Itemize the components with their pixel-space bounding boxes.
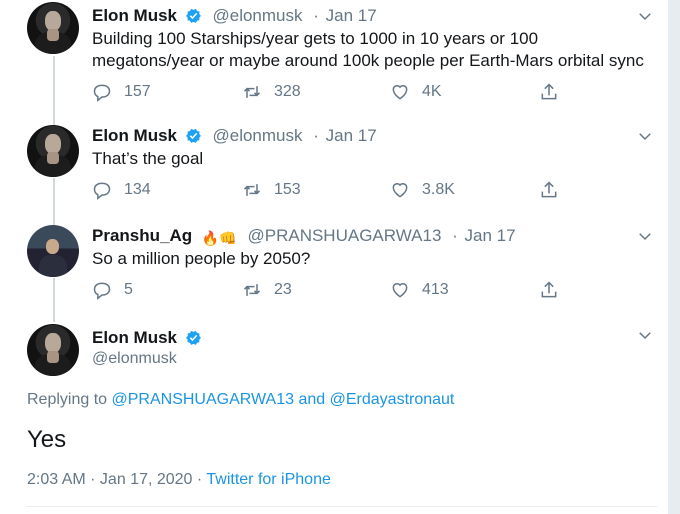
reply-count: 157 <box>124 83 151 100</box>
share-icon <box>541 181 557 198</box>
reply-button[interactable]: 5 <box>92 280 133 300</box>
share-button[interactable] <box>539 280 559 300</box>
date-separator: · <box>313 126 319 145</box>
heart-icon <box>392 283 408 298</box>
reply-count: 5 <box>124 281 133 298</box>
user-handle[interactable]: @elonmusk <box>92 350 177 368</box>
chevron-down-icon[interactable] <box>636 227 654 245</box>
tweet-text: That’s the goal <box>92 149 204 168</box>
chevron-down-icon[interactable] <box>636 326 654 344</box>
like-button[interactable]: 413 <box>390 280 449 300</box>
avatar[interactable] <box>27 225 79 277</box>
retweet-count: 328 <box>274 83 301 100</box>
user-handle[interactable]: @elonmusk <box>212 6 302 25</box>
tweet-timestamp[interactable]: 2:03 AM · Jan 17, 2020 · <box>27 471 202 488</box>
tweet-item[interactable]: Elon Musk @elonmusk · Jan 17 Building 10… <box>0 0 668 120</box>
chevron-down-icon[interactable] <box>636 127 654 145</box>
heart-icon <box>392 183 408 198</box>
retweet-button[interactable]: 153 <box>242 180 301 200</box>
replying-to: Replying to @PRANSHUAGARWA13 and @Erdaya… <box>27 391 454 409</box>
divider <box>27 506 657 507</box>
retweet-button[interactable]: 328 <box>242 82 301 102</box>
share-button[interactable] <box>539 180 559 200</box>
reply-button[interactable]: 134 <box>92 180 151 200</box>
avatar[interactable] <box>27 324 79 376</box>
date-separator: · <box>452 226 458 245</box>
verified-badge-icon <box>185 128 201 143</box>
tweet-text: Building 100 Starships/year gets to 1000… <box>92 29 644 70</box>
replying-label: Replying to <box>27 391 108 408</box>
retweet-icon <box>243 184 261 196</box>
replying-and[interactable]: and <box>298 391 325 408</box>
share-icon <box>541 83 557 100</box>
tweet-thread: Elon Musk @elonmusk · Jan 17 Building 10… <box>0 0 668 514</box>
chevron-down-icon[interactable] <box>636 7 654 25</box>
reply-icon <box>93 84 111 102</box>
mention-link[interactable]: @Erdayastronaut <box>330 391 455 408</box>
retweet-button[interactable]: 23 <box>242 280 292 300</box>
tweet-actions: 5 23 413 <box>92 280 572 302</box>
retweet-count: 153 <box>274 181 301 198</box>
reply-icon <box>93 182 111 200</box>
tweet-date[interactable]: Jan 17 <box>326 126 377 145</box>
like-count: 4K <box>422 83 442 100</box>
retweet-icon <box>243 86 261 98</box>
like-button[interactable]: 3.8K <box>390 180 455 200</box>
tweet-source-link[interactable]: Twitter for iPhone <box>206 471 331 488</box>
date-separator: · <box>313 6 319 25</box>
avatar[interactable] <box>27 125 79 177</box>
display-name[interactable]: Elon Musk <box>92 126 177 145</box>
display-name[interactable]: Elon Musk <box>92 328 177 347</box>
name-emoji: 🔥👊 <box>201 230 237 246</box>
tweet-item[interactable]: Pranshu_Ag 🔥👊 @PRANSHUAGARWA13 · Jan 17 … <box>0 223 668 323</box>
display-name[interactable]: Elon Musk <box>92 6 177 25</box>
user-handle[interactable]: @elonmusk <box>212 126 302 145</box>
tweet-text: So a million people by 2050? <box>92 249 311 268</box>
reply-count: 134 <box>124 181 151 198</box>
avatar[interactable] <box>27 2 79 54</box>
like-button[interactable]: 4K <box>390 82 442 102</box>
page-edge <box>668 0 680 514</box>
verified-badge-icon <box>185 8 201 23</box>
tweet-text: Yes <box>27 426 67 453</box>
reply-button[interactable]: 157 <box>92 82 151 102</box>
user-handle[interactable]: @PRANSHUAGARWA13 <box>247 226 441 245</box>
share-icon <box>541 281 557 298</box>
tweet-date[interactable]: Jan 17 <box>326 6 377 25</box>
heart-icon <box>392 85 408 100</box>
tweet-actions: 134 153 3.8K <box>92 180 572 202</box>
reply-icon <box>93 282 111 300</box>
mention-link[interactable]: @PRANSHUAGARWA13 <box>112 391 295 408</box>
verified-badge-icon <box>185 330 201 345</box>
tweet-actions: 157 328 4K <box>92 82 572 104</box>
share-button[interactable] <box>539 82 559 102</box>
like-count: 413 <box>422 281 449 298</box>
tweet-date[interactable]: Jan 17 <box>465 226 516 245</box>
display-name[interactable]: Pranshu_Ag <box>92 226 192 245</box>
retweet-icon <box>243 284 261 296</box>
tweet-item[interactable]: Elon Musk @elonmusk · Jan 17 That’s the … <box>0 123 668 223</box>
tweet-meta: 2:03 AM · Jan 17, 2020 · Twitter for iPh… <box>27 471 331 489</box>
retweet-count: 23 <box>274 281 292 298</box>
like-count: 3.8K <box>422 181 455 198</box>
